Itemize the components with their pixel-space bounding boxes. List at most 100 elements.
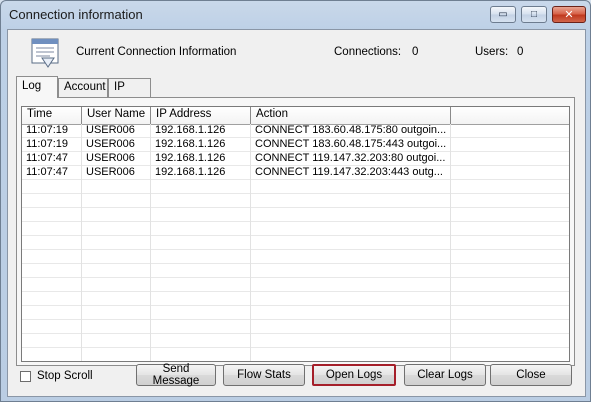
- minimize-button[interactable]: ▭: [490, 6, 516, 23]
- empty-table-row: [22, 334, 569, 348]
- empty-cell: [151, 264, 251, 278]
- empty-cell: [82, 348, 151, 361]
- empty-cell: [22, 208, 82, 222]
- cell-ip-address: 192.168.1.126: [151, 166, 251, 180]
- empty-cell: [151, 306, 251, 320]
- empty-table-row: [22, 278, 569, 292]
- empty-cell: [251, 180, 451, 194]
- empty-cell: [22, 222, 82, 236]
- flow-stats-button[interactable]: Flow Stats: [223, 364, 305, 386]
- empty-cell: [22, 334, 82, 348]
- users-count: 0: [517, 46, 524, 58]
- empty-cell: [22, 250, 82, 264]
- header-title: Current Connection Information: [76, 46, 237, 58]
- empty-table-row: [22, 194, 569, 208]
- tab-account[interactable]: Account: [58, 78, 108, 97]
- column-header-action[interactable]: Action: [251, 107, 451, 124]
- table-row[interactable]: 11:07:19 USER006 192.168.1.126 CONNECT 1…: [22, 138, 569, 152]
- cell-user-name: USER006: [82, 138, 151, 152]
- empty-table-row: [22, 250, 569, 264]
- connection-log-list[interactable]: Time User Name IP Address Action 11:07:1…: [21, 106, 570, 362]
- dialog-client-area: Current Connection Information Connectio…: [7, 29, 586, 397]
- cell-action: CONNECT 183.60.48.175:80 outgoin...: [251, 124, 451, 138]
- cell-user-name: USER006: [82, 124, 151, 138]
- users-label: Users:: [475, 46, 509, 58]
- empty-cell: [151, 194, 251, 208]
- empty-cell: [82, 180, 151, 194]
- empty-table-row: [22, 292, 569, 306]
- stop-scroll-checkbox[interactable]: [20, 370, 31, 382]
- cell-time: 11:07:19: [22, 124, 82, 138]
- empty-cell: [451, 320, 569, 334]
- empty-cell: [151, 180, 251, 194]
- stop-scroll-option[interactable]: Stop Scroll: [20, 370, 93, 382]
- empty-cell: [151, 222, 251, 236]
- empty-cell: [451, 348, 569, 361]
- close-window-button[interactable]: ✕: [552, 6, 586, 23]
- empty-cell: [82, 320, 151, 334]
- empty-cell: [451, 334, 569, 348]
- empty-cell: [82, 334, 151, 348]
- open-logs-button[interactable]: Open Logs: [312, 364, 396, 386]
- empty-cell: [451, 264, 569, 278]
- tab-log[interactable]: Log: [16, 76, 58, 98]
- column-header-filler: [451, 107, 569, 124]
- cell-user-name: USER006: [82, 166, 151, 180]
- empty-cell: [22, 320, 82, 334]
- empty-cell: [151, 348, 251, 361]
- cell-filler: [451, 124, 569, 138]
- empty-cell: [82, 250, 151, 264]
- cell-ip-address: 192.168.1.126: [151, 152, 251, 166]
- column-header-time[interactable]: Time: [22, 107, 82, 124]
- connections-count: 0: [412, 46, 419, 58]
- cell-time: 11:07:47: [22, 152, 82, 166]
- window-title: Connection information: [9, 7, 143, 22]
- close-icon: ✕: [564, 9, 574, 21]
- empty-cell: [82, 222, 151, 236]
- empty-cell: [451, 194, 569, 208]
- table-row[interactable]: 11:07:19 USER006 192.168.1.126 CONNECT 1…: [22, 124, 569, 138]
- empty-table-row: [22, 320, 569, 334]
- empty-cell: [251, 208, 451, 222]
- stop-scroll-label: Stop Scroll: [37, 370, 93, 382]
- empty-cell: [82, 306, 151, 320]
- column-header-ip-address[interactable]: IP Address: [151, 107, 251, 124]
- list-header: Time User Name IP Address Action: [22, 107, 569, 125]
- empty-cell: [251, 348, 451, 361]
- empty-table-row: [22, 208, 569, 222]
- empty-cell: [22, 194, 82, 208]
- table-row[interactable]: 11:07:47 USER006 192.168.1.126 CONNECT 1…: [22, 152, 569, 166]
- empty-cell: [251, 236, 451, 250]
- empty-cell: [82, 208, 151, 222]
- empty-cell: [82, 264, 151, 278]
- empty-cell: [22, 348, 82, 361]
- empty-cell: [251, 264, 451, 278]
- cell-ip-address: 192.168.1.126: [151, 138, 251, 152]
- title-bar[interactable]: Connection information ▭ □ ✕: [1, 1, 590, 29]
- column-header-user-name[interactable]: User Name: [82, 107, 151, 124]
- table-row[interactable]: 11:07:47 USER006 192.168.1.126 CONNECT 1…: [22, 166, 569, 180]
- empty-cell: [82, 292, 151, 306]
- empty-cell: [251, 320, 451, 334]
- clear-logs-button[interactable]: Clear Logs: [404, 364, 486, 386]
- empty-cell: [451, 306, 569, 320]
- send-message-button[interactable]: Send Message: [136, 363, 216, 387]
- empty-table-row: [22, 306, 569, 320]
- empty-cell: [151, 208, 251, 222]
- empty-cell: [251, 278, 451, 292]
- empty-cell: [451, 278, 569, 292]
- empty-cell: [22, 278, 82, 292]
- cell-ip-address: 192.168.1.126: [151, 124, 251, 138]
- empty-table-row: [22, 236, 569, 250]
- empty-cell: [251, 222, 451, 236]
- empty-cell: [451, 222, 569, 236]
- empty-cell: [22, 306, 82, 320]
- empty-cell: [151, 278, 251, 292]
- empty-cell: [22, 180, 82, 194]
- close-button[interactable]: Close: [490, 364, 572, 386]
- empty-cell: [451, 208, 569, 222]
- list-body: 11:07:19 USER006 192.168.1.126 CONNECT 1…: [22, 124, 569, 361]
- maximize-button[interactable]: □: [521, 6, 547, 23]
- empty-cell: [451, 180, 569, 194]
- tab-ip[interactable]: IP: [108, 78, 151, 97]
